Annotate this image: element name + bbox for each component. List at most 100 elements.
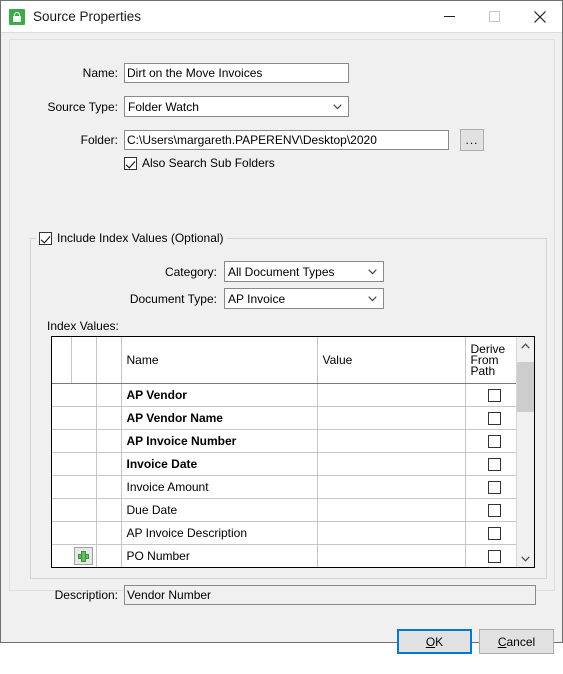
scroll-down-arrow[interactable] [517,550,534,567]
derive-checkbox[interactable] [488,412,501,426]
source-properties-dialog: Source Properties Name: Dirt on the Move… [0,0,563,654]
row-selector-cell[interactable] [52,452,71,476]
name-input[interactable]: Dirt on the Move Invoices [124,63,349,83]
cell-name[interactable]: PO Number [121,544,318,567]
cell-name[interactable]: Invoice Amount [121,475,318,499]
cell-derive-from-path[interactable] [465,406,516,430]
cancel-button[interactable]: Cancel [479,629,554,654]
document-type-select[interactable]: AP Invoice [224,288,384,309]
header-name[interactable]: Name [121,337,318,384]
cell-derive-from-path[interactable] [465,544,516,567]
cell-derive-from-path[interactable] [465,498,516,522]
minimize-button[interactable] [427,1,472,32]
grid-scroll-area: Name Value Derive From Path AP Vendor AP… [52,337,516,567]
cell-name[interactable]: AP Invoice Description [121,521,318,545]
header-value[interactable]: Value [317,337,466,384]
row-action-cell[interactable] [71,544,97,567]
row-action-cell[interactable] [71,452,97,476]
source-type-label: Source Type: [47,99,119,114]
dialog-client-area: Name: Dirt on the Move Invoices Source T… [1,33,562,654]
cell-derive-from-path[interactable] [465,521,516,545]
folder-label: Folder: [80,133,118,147]
maximize-button[interactable] [472,1,517,32]
table-row[interactable]: AP Vendor Name [52,406,516,430]
scroll-up-arrow[interactable] [517,337,534,354]
checkbox-box [39,231,52,245]
row-action-cell[interactable] [71,475,97,499]
table-row[interactable]: Invoice Amount [52,475,516,499]
cell-name[interactable]: AP Invoice Number [121,429,318,453]
row-selector-cell[interactable] [52,406,71,430]
table-row[interactable]: Due Date [52,498,516,522]
source-type-select[interactable]: Folder Watch [124,96,349,117]
row-selector-cell[interactable] [52,544,71,567]
include-index-values-checkbox[interactable]: Include Index Values (Optional) [36,231,227,245]
scrollbar-track[interactable] [517,354,534,550]
cell-name[interactable]: Invoice Date [121,452,318,476]
cell-value[interactable] [317,452,466,476]
table-body: AP Vendor AP Vendor Name AP Invoice Number… [52,383,516,567]
cell-value[interactable] [317,429,466,453]
cell-derive-from-path[interactable] [465,475,516,499]
derive-checkbox[interactable] [488,435,501,449]
cell-name[interactable]: AP Vendor Name [121,406,318,430]
header-rowselector [52,337,72,384]
cell-value[interactable] [317,406,466,430]
row-spacer-cell [96,521,122,545]
also-search-sub-folders-label: Also Search Sub Folders [142,156,275,170]
table-row[interactable]: PO Number [52,544,516,567]
grid-vertical-scrollbar[interactable] [516,337,534,567]
add-row-plus-icon[interactable] [73,547,93,565]
ok-button[interactable]: OK [397,629,472,654]
cell-name[interactable]: AP Vendor [121,383,318,407]
cell-value[interactable] [317,383,466,407]
cell-value[interactable] [317,498,466,522]
derive-checkbox[interactable] [488,504,501,518]
name-row: Name: Dirt on the Move Invoices [10,63,530,83]
derive-checkbox[interactable] [488,481,501,495]
browse-folder-button[interactable]: ... [460,129,484,151]
cancel-rest: ancel [506,634,536,649]
row-selector-cell[interactable] [52,475,71,499]
cell-derive-from-path[interactable] [465,452,516,476]
category-select[interactable]: All Document Types [224,261,384,282]
cell-value[interactable] [317,521,466,545]
close-button[interactable] [517,1,562,32]
table-row[interactable]: Invoice Date [52,452,516,476]
row-selector-cell[interactable] [52,383,71,407]
derive-line-3: Path [470,363,496,378]
derive-checkbox[interactable] [488,527,501,541]
row-action-cell[interactable] [71,521,97,545]
cell-value[interactable] [317,475,466,499]
ok-rest: K [435,634,444,649]
table-row[interactable]: AP Vendor [52,383,516,407]
row-selector-cell[interactable] [52,498,71,522]
derive-checkbox[interactable] [488,389,501,403]
row-spacer-cell [96,498,122,522]
window-title: Source Properties [33,9,142,24]
derive-checkbox[interactable] [488,550,501,564]
row-action-cell[interactable] [71,383,97,407]
row-action-cell[interactable] [71,429,97,453]
document-type-label: Document Type: [129,291,217,306]
row-action-cell[interactable] [71,498,97,522]
header-derive-from-path[interactable]: Derive From Path [465,337,516,384]
category-label: Category: [164,264,217,279]
document-type-row: Document Type: AP Invoice [31,288,431,309]
cell-derive-from-path[interactable] [465,383,516,407]
scrollbar-thumb[interactable] [517,362,534,412]
row-selector-cell[interactable] [52,521,71,545]
include-index-values-label: Include Index Values (Optional) [57,231,224,245]
also-search-sub-folders-checkbox[interactable]: Also Search Sub Folders [124,156,275,170]
derive-checkbox[interactable] [488,458,501,472]
row-action-cell[interactable] [71,406,97,430]
cell-name[interactable]: Due Date [121,498,318,522]
cell-derive-from-path[interactable] [465,429,516,453]
category-value: All Document Types [228,264,335,279]
table-row[interactable]: AP Invoice Number [52,429,516,453]
row-spacer-cell [96,406,122,430]
folder-input[interactable]: C:\Users\margareth.PAPERENV\Desktop\2020 [124,130,449,150]
cell-value[interactable] [317,544,466,567]
table-row[interactable]: AP Invoice Description [52,521,516,545]
row-selector-cell[interactable] [52,429,71,453]
